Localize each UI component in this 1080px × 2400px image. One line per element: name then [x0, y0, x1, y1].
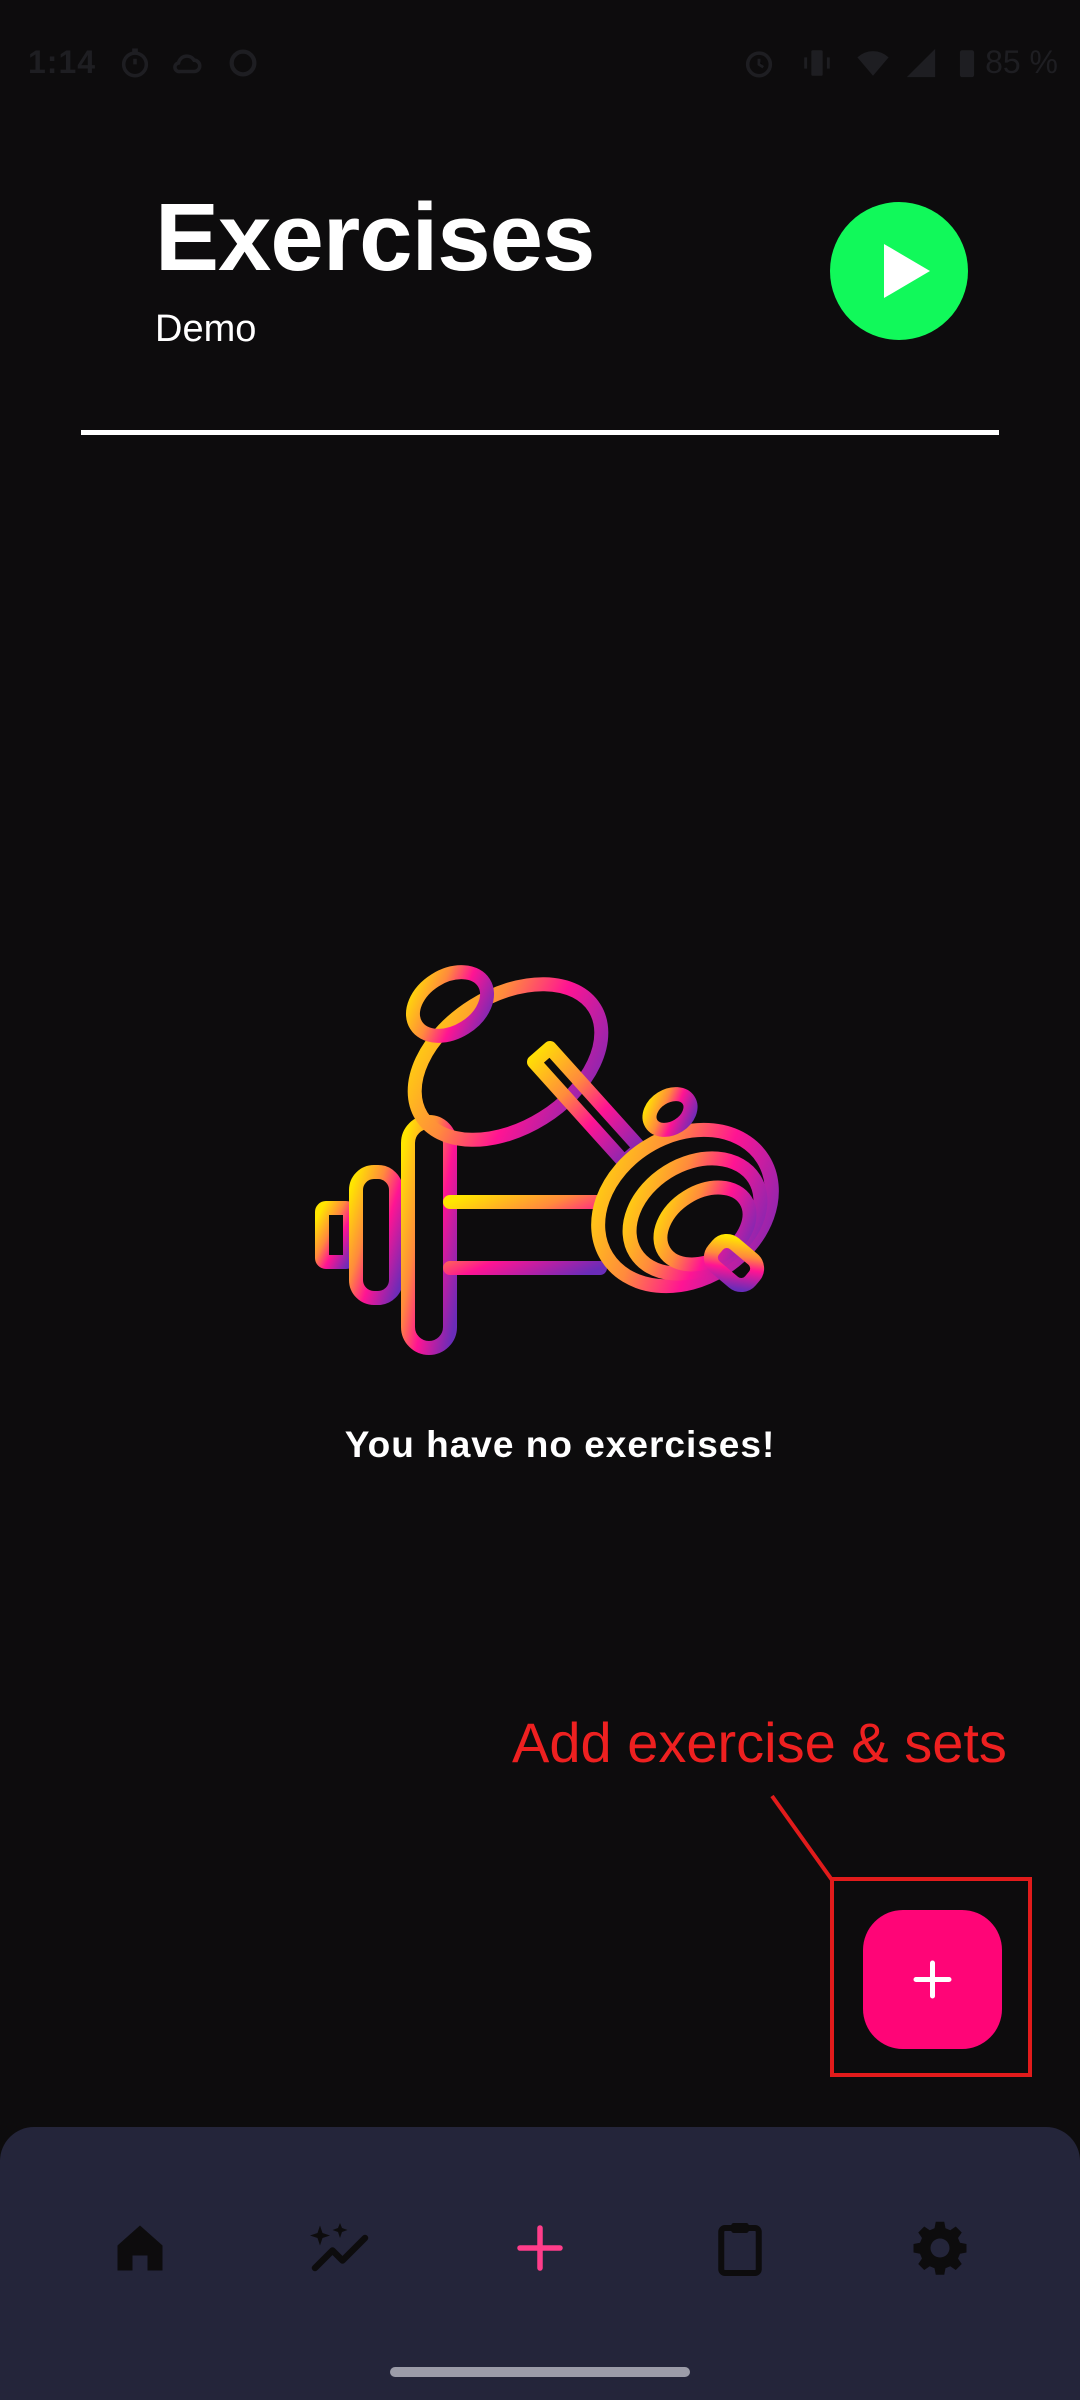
battery-percent: 85 %	[985, 44, 1058, 80]
home-indicator	[390, 2367, 690, 2377]
nav-add[interactable]	[490, 2198, 590, 2298]
vibrate-icon	[804, 50, 830, 76]
chart-sparkle-icon	[310, 2223, 369, 2272]
nav-home[interactable]	[90, 2198, 190, 2298]
empty-state-message: You have no exercises!	[344, 1424, 776, 1465]
stopwatch-icon	[121, 48, 149, 78]
clipboard-icon	[718, 2223, 762, 2276]
add-exercise-button[interactable]	[863, 1910, 1002, 2049]
annotation-pointer	[770, 1794, 834, 1882]
status-bar: 1:14 85 %	[0, 0, 1080, 130]
plus-icon	[517, 2225, 563, 2271]
alarm-icon	[745, 51, 773, 78]
annotation-label: Add exercise & sets	[512, 1711, 1007, 1774]
cloud-icon	[173, 54, 202, 74]
battery-icon	[959, 50, 975, 78]
signal-icon	[906, 48, 936, 78]
circle-icon	[229, 49, 257, 77]
nav-progress[interactable]	[290, 2198, 390, 2298]
nav-settings[interactable]	[890, 2198, 990, 2298]
plus-icon	[913, 1960, 952, 1999]
dumbbell-icon	[315, 965, 779, 1355]
header-divider	[81, 430, 999, 435]
bottom-navigation	[0, 2127, 1080, 2400]
status-time: 1:14	[28, 44, 97, 80]
wifi-icon	[857, 51, 889, 76]
home-icon	[117, 2225, 163, 2271]
nav-plans[interactable]	[690, 2198, 790, 2298]
gear-icon	[913, 2221, 967, 2275]
page-title: Exercises	[155, 184, 595, 291]
page-subtitle: Demo	[155, 308, 257, 350]
start-workout-button[interactable]	[830, 202, 968, 340]
play-icon	[884, 244, 930, 298]
